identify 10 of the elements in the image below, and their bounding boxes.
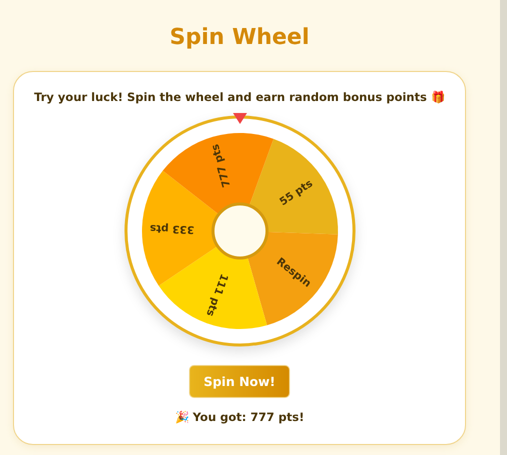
- segment-label: 111 pts: [203, 272, 230, 318]
- pointer-icon: [232, 113, 246, 124]
- segment-label: 55 pts: [277, 178, 315, 208]
- segment-label: 777 pts: [208, 142, 233, 189]
- result-text: 🎉 You got: 777 pts!: [174, 410, 304, 424]
- spin-button[interactable]: Spin Now!: [189, 365, 290, 398]
- wheel-hub: [211, 202, 268, 260]
- segment-label: 333 pts: [149, 222, 194, 236]
- page-title: Spin Wheel: [168, 24, 310, 52]
- intro-text: Try your luck! Spin the wheel and earn random bonus points 🎁: [34, 90, 445, 104]
